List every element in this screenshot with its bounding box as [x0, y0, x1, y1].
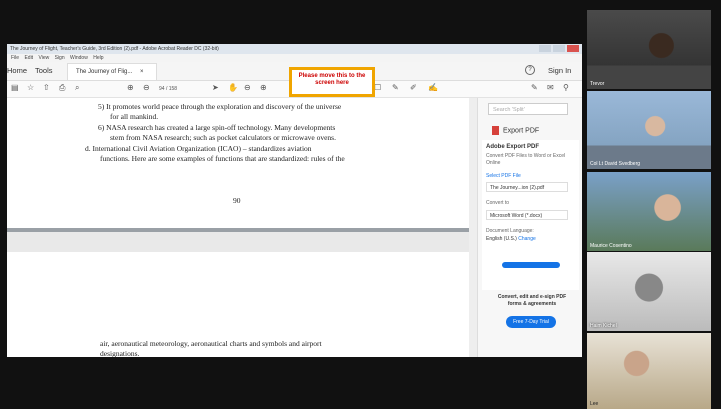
- participant-tile[interactable]: Col Lt David Svedberg: [587, 91, 711, 169]
- bookmark-star-icon[interactable]: ☆: [27, 83, 34, 92]
- page-gap: [7, 232, 472, 252]
- promo-text: Convert, edit and e-sign PDF forms & agr…: [497, 294, 567, 307]
- maximize-button[interactable]: [553, 45, 565, 52]
- pen-icon[interactable]: ✎: [392, 83, 399, 92]
- export-panel-desc: Convert PDF Files to Word or Excel Onlin…: [486, 153, 566, 166]
- search-icon[interactable]: ⌕: [75, 83, 79, 93]
- participant-name: Lee: [590, 401, 599, 407]
- menu-bar: File Edit View Sign Window Help: [7, 54, 582, 62]
- page-indicator[interactable]: 94 / 158: [159, 86, 177, 92]
- warning-text: Please move this to the screen here: [298, 73, 366, 86]
- doc-language-label: Document Language:: [486, 228, 534, 234]
- participant-tile[interactable]: Haim Kichel: [587, 252, 711, 331]
- close-button[interactable]: [567, 45, 579, 52]
- zoom-in-icon[interactable]: ⊕: [260, 83, 267, 92]
- share-icon[interactable]: ⚲: [563, 83, 569, 92]
- export-panel: Adobe Export PDF Convert PDF Files to Wo…: [482, 140, 579, 290]
- free-trial-button[interactable]: Free 7-Day Trial: [506, 316, 556, 328]
- selected-file-field[interactable]: The Journey...ion (2).pdf: [486, 182, 568, 192]
- zoom-out-icon[interactable]: ⊖: [244, 83, 251, 92]
- doc-line: d. International Civil Aviation Organiza…: [85, 144, 312, 153]
- document-page-upper: 5) It promotes world peace through the e…: [7, 98, 472, 224]
- menu-file[interactable]: File: [11, 55, 19, 61]
- participant-tile[interactable]: Lee: [587, 333, 711, 409]
- doc-line: functions. Here are some examples of fun…: [100, 154, 345, 163]
- convert-button[interactable]: [502, 262, 560, 268]
- print-icon[interactable]: ⎙: [59, 83, 65, 93]
- participant-name: Haim Kichel: [590, 323, 617, 329]
- highlight-icon[interactable]: ✐: [410, 83, 417, 92]
- window-title: The Journey of Flight, Teacher's Guide, …: [10, 46, 219, 52]
- window-titlebar: The Journey of Flight, Teacher's Guide, …: [7, 44, 582, 54]
- participant-name: Trevor: [590, 81, 605, 87]
- shared-screen: The Journey of Flight, Teacher's Guide, …: [7, 44, 582, 357]
- sign-icon[interactable]: ✍: [428, 83, 438, 92]
- document-page-lower: air, aeronautical meteorology, aeronauti…: [7, 252, 472, 357]
- tab-document-label: The Journey of Flig...: [76, 69, 133, 75]
- menu-window[interactable]: Window: [70, 55, 88, 61]
- document-view[interactable]: 5) It promotes world peace through the e…: [7, 98, 472, 357]
- mail-icon[interactable]: ✉: [547, 83, 554, 92]
- cursor-icon[interactable]: ➤: [212, 83, 219, 92]
- minimize-button[interactable]: [539, 45, 551, 52]
- tools-search-input[interactable]: Search 'Split': [488, 103, 568, 115]
- sign-in-link[interactable]: Sign In: [548, 66, 571, 75]
- participant-name: Col Lt David Svedberg: [590, 161, 641, 167]
- convert-to-label: Convert to: [486, 200, 510, 206]
- doc-line: designations.: [100, 349, 140, 357]
- page-number: 90: [233, 196, 241, 205]
- doc-line: for all mankind.: [110, 112, 159, 121]
- menu-edit[interactable]: Edit: [24, 55, 33, 61]
- tab-home[interactable]: Home: [7, 66, 27, 75]
- export-pdf-header[interactable]: Export PDF: [492, 126, 539, 135]
- tab-document[interactable]: The Journey of Flig... ×: [67, 63, 157, 80]
- export-panel-title: Adobe Export PDF: [486, 144, 540, 150]
- vertical-scrollbar[interactable]: [469, 98, 477, 357]
- doc-line: 6) NASA research has created a large spi…: [98, 123, 336, 132]
- comment-icon[interactable]: ☐: [374, 83, 381, 92]
- tab-tools[interactable]: Tools: [35, 66, 53, 75]
- menu-help[interactable]: Help: [93, 55, 103, 61]
- menu-view[interactable]: View: [38, 55, 49, 61]
- upload-icon[interactable]: ⇧: [43, 83, 50, 92]
- doc-line: air, aeronautical meteorology, aeronauti…: [100, 339, 322, 348]
- change-language-link[interactable]: Change: [518, 236, 536, 242]
- create-icon[interactable]: ▤: [11, 83, 19, 92]
- doc-line: 5) It promotes world peace through the e…: [98, 102, 342, 111]
- tools-pane: Search 'Split' Export PDF Adobe Export P…: [477, 98, 582, 357]
- doc-language-value: English (U.S.) Change: [486, 236, 536, 242]
- menu-sign[interactable]: Sign: [55, 55, 65, 61]
- help-icon[interactable]: ?: [525, 65, 535, 75]
- select-file-link[interactable]: Select PDF File: [486, 173, 521, 179]
- edit-icon[interactable]: ✎: [531, 83, 538, 92]
- participant-name: Maurice Cosentino: [590, 243, 632, 249]
- next-page-icon[interactable]: ⊖: [143, 83, 150, 92]
- window-controls: [539, 45, 579, 53]
- tab-close-icon[interactable]: ×: [140, 69, 144, 75]
- convert-format-select[interactable]: Microsoft Word (*.docx): [486, 210, 568, 220]
- participant-tile[interactable]: Maurice Cosentino: [587, 172, 711, 251]
- prev-page-icon[interactable]: ⊕: [127, 83, 134, 92]
- export-pdf-label: Export PDF: [503, 127, 540, 135]
- export-pdf-icon: [492, 126, 499, 135]
- warning-banner: Please move this to the screen here: [289, 67, 375, 97]
- hand-icon[interactable]: ✋: [228, 83, 238, 92]
- doc-line: stem from NASA research; such as pocket …: [110, 133, 336, 142]
- participant-tile[interactable]: Trevor: [587, 10, 711, 89]
